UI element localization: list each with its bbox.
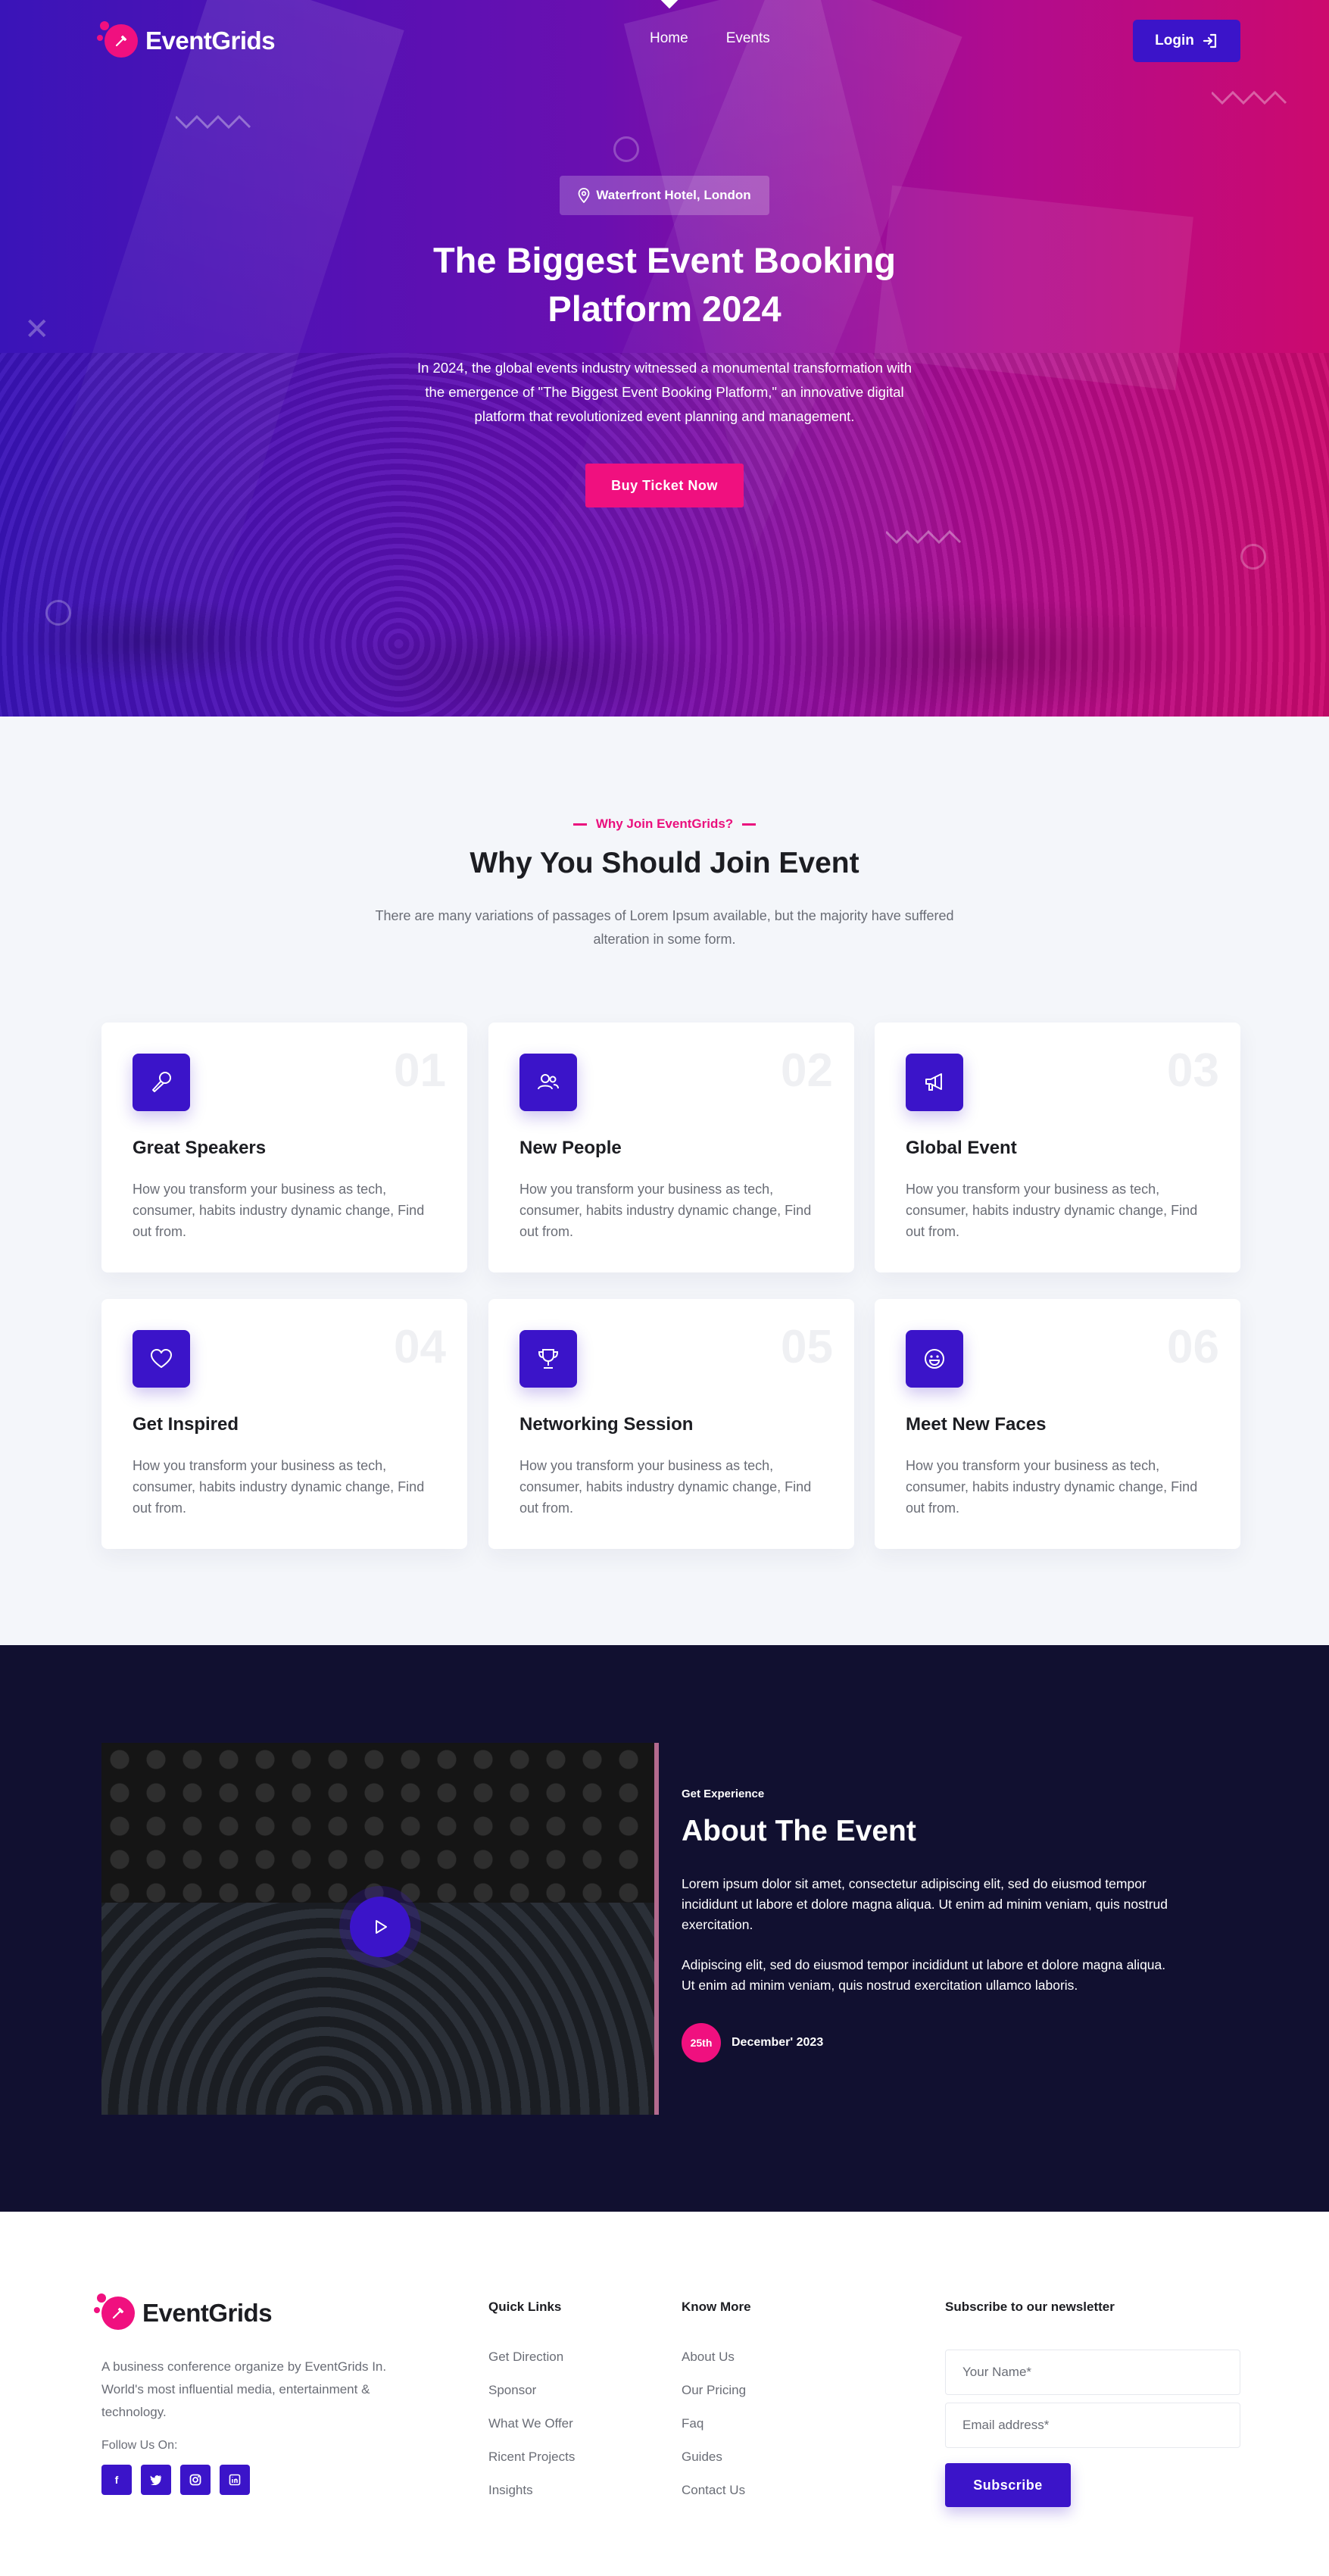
nav-events[interactable]: Events xyxy=(726,30,770,47)
card-description: How you transform your business as tech,… xyxy=(906,1182,1198,1239)
card-number: 04 xyxy=(394,1321,446,1373)
brand-logo[interactable]: EventGrids xyxy=(97,21,276,58)
follow-label: Follow Us On: xyxy=(101,2439,178,2452)
card-title: Get Inspired xyxy=(133,1414,239,1435)
feature-card: 01 Great Speakers How you transform your… xyxy=(101,1023,467,1272)
play-button[interactable] xyxy=(350,1897,410,1957)
card-number: 06 xyxy=(1167,1321,1219,1373)
card-description: How you transform your business as tech,… xyxy=(519,1182,812,1239)
users-icon xyxy=(519,1054,577,1111)
trophy-icon xyxy=(519,1330,577,1388)
card-title: Great Speakers xyxy=(133,1138,267,1158)
newsletter-name-input[interactable] xyxy=(945,2350,1240,2395)
card-description: How you transform your business as tech,… xyxy=(519,1458,812,1516)
why-description: There are many variations of passages of… xyxy=(375,908,954,947)
main-nav: Home Events xyxy=(650,30,770,47)
video-edge-stripe xyxy=(654,1743,659,2115)
footer-link-sponsor[interactable]: Sponsor xyxy=(488,2383,536,2398)
brand-name: EventGrids xyxy=(142,2299,273,2327)
map-pin-icon xyxy=(578,188,590,203)
hero-description: In 2024, the global events industry witn… xyxy=(416,360,912,424)
brand-name: EventGrids xyxy=(145,27,276,55)
about-paragraph: Adipiscing elit, sed do eiusmod tempor i… xyxy=(682,1957,1166,1993)
heart-icon xyxy=(133,1330,190,1388)
footer-about: A business conference organize by EventG… xyxy=(101,2359,387,2419)
location-text: Waterfront Hotel, London xyxy=(596,188,751,202)
event-video[interactable] xyxy=(101,1743,659,2115)
newsletter-email-input[interactable] xyxy=(945,2403,1240,2448)
hero-section: ✕ EventGrids Home Events Login Waterfron… xyxy=(0,0,1329,717)
footer-link-ricent-projects[interactable]: Ricent Projects xyxy=(488,2450,575,2465)
microphone-icon xyxy=(133,1054,190,1111)
smile-icon xyxy=(906,1330,963,1388)
footer-link-contact-us[interactable]: Contact Us xyxy=(682,2483,745,2498)
about-title: About The Event xyxy=(682,1815,916,1847)
card-number: 01 xyxy=(394,1044,446,1097)
card-title: Networking Session xyxy=(519,1414,694,1435)
know-more-title: Know More xyxy=(682,2300,751,2314)
decor-zigzag xyxy=(886,529,962,545)
footer-link-faq[interactable]: Faq xyxy=(682,2416,703,2431)
nav-home[interactable]: Home xyxy=(650,30,688,47)
card-number: 02 xyxy=(781,1044,833,1097)
site-footer: EventGrids A business conference organiz… xyxy=(0,2212,1329,2576)
footer-link-guides[interactable]: Guides xyxy=(682,2450,722,2465)
why-title: Why You Should Join Event xyxy=(470,847,859,879)
subscribe-button[interactable]: Subscribe xyxy=(945,2463,1071,2507)
about-event-section: Get Experience About The Event Lorem ips… xyxy=(0,1645,1329,2212)
logo-mark-icon xyxy=(97,21,138,58)
card-description: How you transform your business as tech,… xyxy=(906,1458,1198,1516)
footer-link-our-pricing[interactable]: Our Pricing xyxy=(682,2383,746,2398)
date-badge: 25th xyxy=(682,2023,721,2062)
hero-title: The Biggest Event Booking Platform 2024 xyxy=(432,240,897,329)
decor-circle xyxy=(1240,544,1266,570)
decor-circle xyxy=(45,600,71,626)
location-badge: Waterfront Hotel, London xyxy=(560,176,769,215)
card-title: New People xyxy=(519,1138,622,1158)
social-links: f xyxy=(101,2465,250,2495)
footer-link-what-we-offer[interactable]: What We Offer xyxy=(488,2416,573,2431)
about-eyebrow: Get Experience xyxy=(682,1788,765,1800)
newsletter-title: Subscribe to our newsletter xyxy=(945,2300,1115,2314)
login-icon xyxy=(1203,33,1216,48)
feature-card: 06 Meet New Faces How you transform your… xyxy=(875,1299,1240,1549)
instagram-icon[interactable] xyxy=(180,2465,211,2495)
why-description-wrap: There are many variations of passages of… xyxy=(0,904,1329,951)
card-description: How you transform your business as tech,… xyxy=(133,1182,425,1239)
active-nav-indicator xyxy=(660,0,679,9)
feature-card: 03 Global Event How you transform your b… xyxy=(875,1023,1240,1272)
card-title: Meet New Faces xyxy=(906,1414,1047,1435)
play-icon xyxy=(376,1920,387,1934)
linkedin-icon[interactable] xyxy=(220,2465,250,2495)
feature-card: 04 Get Inspired How you transform your b… xyxy=(101,1299,467,1549)
feature-card: 02 New People How you transform your bus… xyxy=(488,1023,854,1272)
decor-zigzag xyxy=(176,114,251,130)
footer-link-about-us[interactable]: About Us xyxy=(682,2350,735,2365)
login-button[interactable]: Login xyxy=(1133,20,1240,62)
top-navbar: EventGrids Home Events Login xyxy=(0,0,1329,79)
footer-logo[interactable]: EventGrids xyxy=(94,2293,273,2330)
megaphone-icon xyxy=(906,1054,963,1111)
footer-link-get-direction[interactable]: Get Direction xyxy=(488,2350,563,2365)
footer-link-insights[interactable]: Insights xyxy=(488,2483,533,2498)
login-label: Login xyxy=(1155,33,1194,48)
feature-card: 05 Networking Session How you transform … xyxy=(488,1299,854,1549)
card-title: Global Event xyxy=(906,1138,1017,1158)
twitter-icon[interactable] xyxy=(141,2465,171,2495)
why-eyebrow: Why Join EventGrids? xyxy=(0,817,1329,832)
facebook-icon[interactable]: f xyxy=(101,2465,132,2495)
decor-zigzag xyxy=(1212,90,1287,105)
card-number: 03 xyxy=(1167,1044,1219,1097)
hero-content: Waterfront Hotel, London The Biggest Eve… xyxy=(0,176,1329,507)
event-date: 25th December' 2023 xyxy=(682,2023,823,2062)
quick-links-title: Quick Links xyxy=(488,2300,562,2314)
date-text: December' 2023 xyxy=(732,2036,824,2049)
card-number: 05 xyxy=(781,1321,833,1373)
decor-circle xyxy=(613,136,639,162)
about-paragraph: Lorem ipsum dolor sit amet, consectetur … xyxy=(682,1876,1168,1932)
card-description: How you transform your business as tech,… xyxy=(133,1458,425,1516)
logo-mark-icon xyxy=(94,2293,135,2330)
buy-ticket-button[interactable]: Buy Ticket Now xyxy=(585,464,744,507)
